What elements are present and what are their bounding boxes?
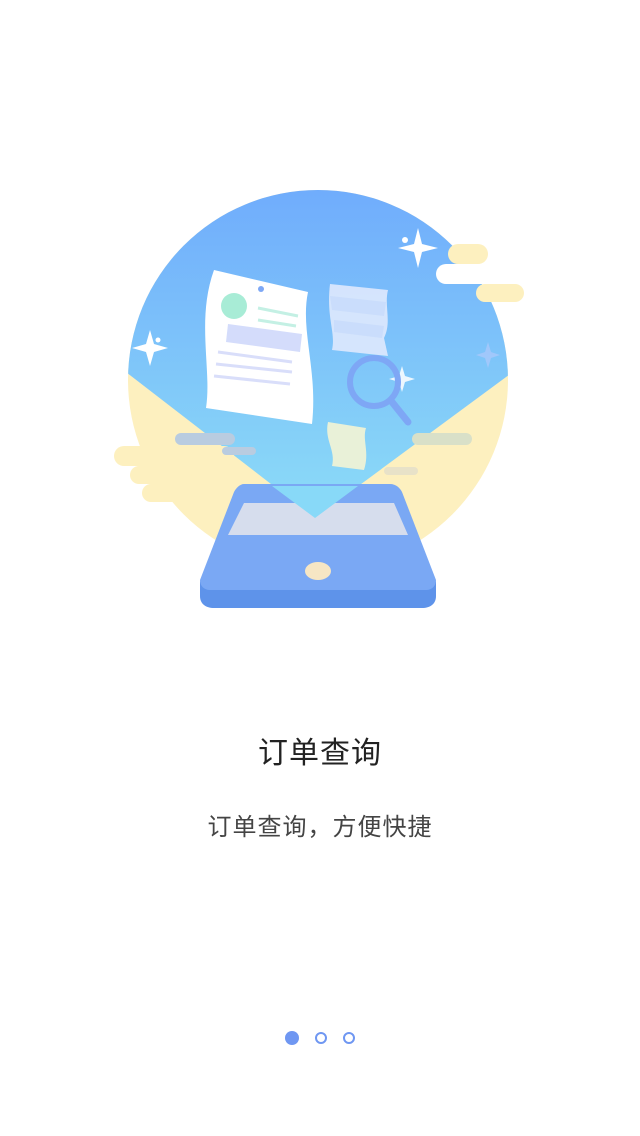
page-subtitle: 订单查询，方便快捷 (207, 813, 433, 841)
small-document-icon (329, 284, 388, 356)
small-note-icon (327, 422, 367, 470)
order-search-illustration (114, 190, 526, 608)
page-dot-1[interactable] (285, 1031, 299, 1045)
page-indicator (0, 1030, 640, 1048)
horizon-dash (384, 467, 418, 475)
page-title: 订单查询 (258, 736, 382, 771)
horizon-dash (175, 433, 235, 445)
horizon-dash (412, 433, 472, 445)
horizon-dash (222, 447, 256, 455)
page-dot-2[interactable] (315, 1032, 327, 1044)
document-icon (205, 270, 314, 424)
onboarding-screen: 订单查询 订单查询，方便快捷 (0, 0, 640, 1136)
page-dot-3[interactable] (343, 1032, 355, 1044)
